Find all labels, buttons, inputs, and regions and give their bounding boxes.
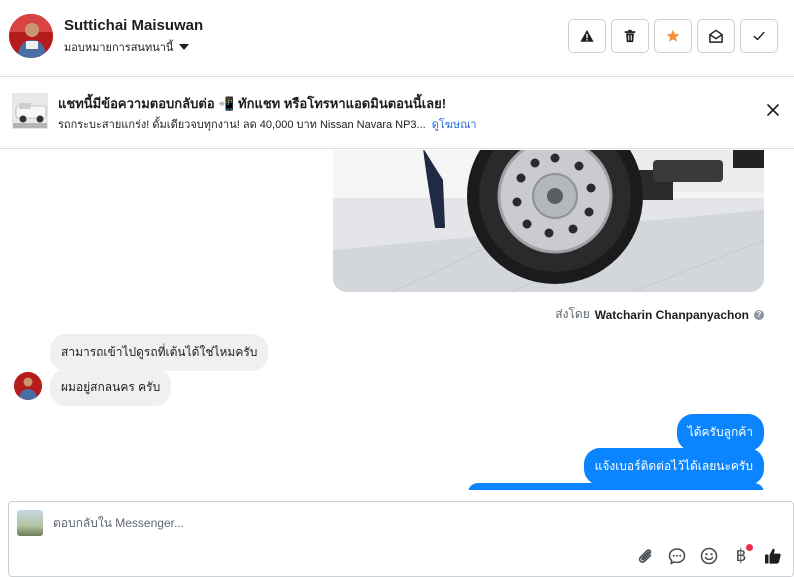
check-icon: [753, 31, 765, 41]
conversation-header: Suttichai Maisuwan มอบหมายการสนทนานี้: [0, 0, 794, 77]
attach-icon: [638, 549, 652, 563]
payment-button[interactable]: ฿: [731, 544, 753, 566]
baht-payment-icon: ฿: [735, 546, 747, 566]
sent-by-label: ส่งโดย Watcharin Chanpanyachon ?: [555, 305, 764, 324]
contact-avatar-small: [14, 372, 42, 400]
assign-label: มอบหมายการสนทนานี้: [64, 42, 174, 54]
trash-icon: [624, 29, 636, 43]
reply-input[interactable]: [53, 512, 653, 534]
envelope-open-icon: [709, 29, 723, 43]
assign-conversation-dropdown[interactable]: มอบหมายการสนทนานี้: [64, 38, 190, 56]
mark-unread-button[interactable]: [697, 19, 735, 53]
contact-avatar[interactable]: [9, 14, 53, 58]
page-avatar: [17, 510, 43, 536]
attach-button[interactable]: [635, 546, 655, 566]
sent-by-name: Watcharin Chanpanyachon: [594, 307, 749, 322]
outgoing-message-partial: [468, 483, 764, 490]
sent-by-prefix: ส่งโดย: [555, 307, 590, 321]
ad-thumbnail[interactable]: [12, 93, 48, 129]
spam-button[interactable]: [568, 19, 606, 53]
ad-context-banner: แชทนี้มีข้อความตอบกลับต่อ 📲 ทักแชท หรือโ…: [0, 77, 794, 149]
info-icon[interactable]: ?: [754, 309, 764, 320]
emoji-button[interactable]: [699, 546, 719, 566]
quick-reply-button[interactable]: [667, 546, 687, 566]
composer-tools: ฿: [635, 544, 783, 566]
notification-dot: [746, 544, 753, 551]
warning-icon: [580, 29, 594, 42]
mark-done-button[interactable]: [740, 19, 778, 53]
quick-reply-icon: [668, 548, 686, 565]
delete-button[interactable]: [611, 19, 649, 53]
header-actions: [568, 19, 778, 53]
incoming-message[interactable]: ผมอยู่สกลนคร ครับ: [50, 369, 172, 406]
reply-composer: ฿: [8, 501, 794, 577]
emoji-icon: [700, 547, 718, 565]
star-icon: [666, 29, 680, 42]
contact-name: Suttichai Maisuwan: [64, 17, 204, 34]
like-button[interactable]: [763, 546, 783, 566]
ad-subtitle: รถกระบะสายแกร่ง! ดั้มเดียวจบทุกงาน! ลด 4…: [58, 115, 477, 133]
incoming-message[interactable]: สามารถเข้าไปดูรถที่เต้นได้ใช่ไหมครับ: [50, 334, 269, 371]
message-thread[interactable]: ส่งโดย Watcharin Chanpanyachon ? สามารถเ…: [0, 150, 794, 490]
ad-title: แชทนี้มีข้อความตอบกลับต่อ 📲 ทักแชท หรือโ…: [58, 96, 447, 111]
shared-car-photo[interactable]: [333, 150, 764, 292]
thumbs-up-icon: [765, 548, 781, 564]
star-button[interactable]: [654, 19, 692, 53]
outgoing-message[interactable]: ได้ครับลูกค้า: [676, 414, 764, 451]
view-ad-link[interactable]: ดูโฆษณา: [432, 119, 477, 131]
outgoing-message[interactable]: แจ้งเบอร์ติดต่อไว้ได้เลยนะครับ: [583, 448, 764, 485]
close-icon[interactable]: [766, 103, 780, 117]
caret-down-icon: [179, 44, 190, 50]
ad-subtitle-text: รถกระบะสายแกร่ง! ดั้มเดียวจบทุกงาน! ลด 4…: [58, 119, 426, 131]
